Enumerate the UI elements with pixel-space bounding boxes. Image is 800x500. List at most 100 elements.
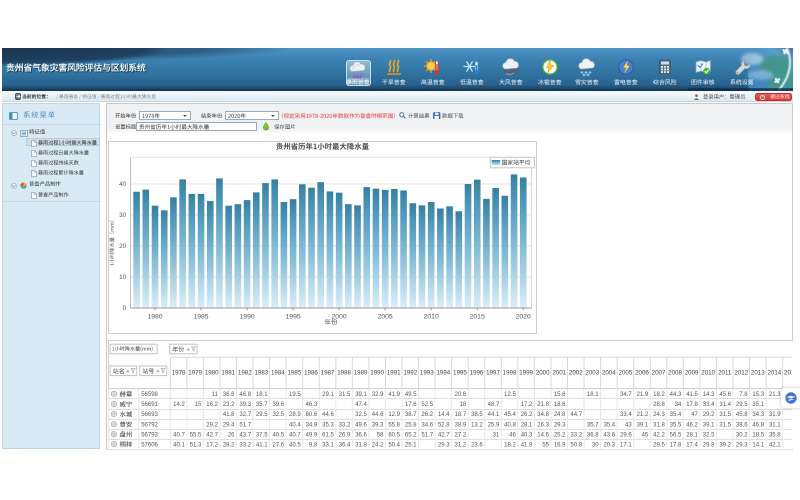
svg-text:61.5: 61.5 [322, 432, 334, 438]
svg-text:39.3: 39.3 [239, 402, 251, 408]
svg-text:28.8: 28.8 [653, 402, 665, 408]
svg-text:52.5: 52.5 [421, 402, 433, 408]
svg-text:31.8: 31.8 [355, 442, 367, 448]
svg-text:35.1: 35.1 [752, 402, 764, 408]
svg-text:60.6: 60.6 [306, 412, 318, 418]
svg-text:55.5: 55.5 [190, 432, 202, 438]
svg-text:46.8: 46.8 [239, 392, 251, 398]
svg-text:17.2: 17.2 [206, 442, 218, 448]
svg-text:39.1: 39.1 [637, 422, 649, 428]
svg-text:25.9: 25.9 [488, 422, 500, 428]
svg-text:18.2: 18.2 [653, 392, 665, 398]
svg-text:16.2: 16.2 [206, 402, 218, 408]
svg-text:2006: 2006 [635, 369, 649, 376]
svg-text:1990: 1990 [240, 313, 255, 320]
svg-text:1983: 1983 [254, 369, 268, 376]
svg-text:38.7: 38.7 [405, 412, 417, 418]
svg-text:32.7: 32.7 [239, 412, 251, 418]
svg-text:12.5: 12.5 [504, 392, 516, 398]
svg-text:44.3: 44.3 [670, 392, 682, 398]
svg-text:1985: 1985 [193, 313, 208, 320]
svg-text:18: 18 [460, 402, 467, 408]
svg-text:20.6: 20.6 [455, 392, 467, 398]
svg-text:15.6: 15.6 [554, 392, 566, 398]
svg-text:2005: 2005 [378, 313, 393, 320]
svg-text:35.7: 35.7 [256, 402, 268, 408]
svg-text:56691: 56691 [141, 402, 158, 408]
svg-text:45.6: 45.6 [719, 392, 731, 398]
svg-text:31.1: 31.1 [769, 422, 781, 428]
svg-text:49.6: 49.6 [355, 422, 367, 428]
svg-text:1980: 1980 [147, 313, 162, 320]
svg-text:26: 26 [228, 432, 235, 438]
svg-text:2000: 2000 [536, 369, 550, 376]
svg-text:42.1: 42.1 [769, 442, 781, 448]
svg-text:56598: 56598 [141, 392, 158, 398]
svg-text:26.2: 26.2 [521, 412, 533, 418]
svg-text:31.5: 31.5 [719, 422, 731, 428]
svg-text:31.5: 31.5 [719, 412, 731, 418]
svg-text:18.6: 18.6 [554, 402, 566, 408]
svg-text:1990: 1990 [370, 369, 384, 376]
svg-text:17.6: 17.6 [405, 402, 417, 408]
svg-text:28.9: 28.9 [289, 412, 301, 418]
svg-text:26.2: 26.2 [421, 412, 433, 418]
svg-text:41.9: 41.9 [388, 392, 400, 398]
svg-text:1985: 1985 [288, 369, 302, 376]
svg-text:2013: 2013 [751, 369, 765, 376]
svg-text:47.4: 47.4 [355, 402, 367, 408]
svg-text:1999: 1999 [519, 369, 533, 376]
svg-text:2015: 2015 [784, 369, 792, 376]
svg-text:42.2: 42.2 [653, 432, 665, 438]
svg-text:16.9: 16.9 [554, 442, 566, 448]
svg-text:2003: 2003 [585, 369, 599, 376]
svg-text:1988: 1988 [337, 369, 351, 376]
svg-text:40.4: 40.4 [289, 422, 301, 428]
svg-text:43.6: 43.6 [603, 432, 615, 438]
svg-text:1996: 1996 [470, 369, 484, 376]
svg-text:29.3: 29.3 [438, 442, 450, 448]
svg-text:14.6: 14.6 [537, 432, 549, 438]
svg-text:35.7: 35.7 [587, 422, 599, 428]
svg-text:2011: 2011 [718, 369, 732, 376]
svg-text:33.2: 33.2 [570, 432, 582, 438]
svg-text:36.6: 36.6 [355, 432, 367, 438]
svg-text:33.4: 33.4 [620, 412, 632, 418]
svg-text:45.4: 45.4 [504, 412, 516, 418]
svg-text:51.7: 51.7 [421, 432, 433, 438]
svg-text:29.6: 29.6 [620, 432, 632, 438]
svg-text:33.1: 33.1 [322, 442, 334, 448]
svg-text:39.1: 39.1 [703, 422, 715, 428]
svg-text:35.4: 35.4 [670, 412, 682, 418]
svg-text:2020: 2020 [516, 313, 531, 320]
svg-text:29.3: 29.3 [736, 442, 748, 448]
svg-text:21.9: 21.9 [637, 392, 649, 398]
svg-text:35.5: 35.5 [670, 422, 682, 428]
svg-text:14.3: 14.3 [703, 392, 715, 398]
svg-text:23.6: 23.6 [471, 442, 483, 448]
svg-text:2002: 2002 [569, 369, 583, 376]
svg-text:41.9: 41.9 [521, 442, 533, 448]
svg-text:60.5: 60.5 [388, 432, 400, 438]
svg-text:30: 30 [592, 442, 599, 448]
svg-text:41.5: 41.5 [686, 392, 698, 398]
svg-text:31.9: 31.9 [769, 412, 781, 418]
svg-text:41.1: 41.1 [256, 442, 268, 448]
svg-text:37.5: 37.5 [256, 432, 268, 438]
svg-text:43: 43 [625, 422, 632, 428]
svg-text:40: 40 [119, 181, 127, 188]
svg-text:34.8: 34.8 [537, 412, 549, 418]
svg-text:1995: 1995 [286, 313, 301, 320]
svg-text:7.8: 7.8 [739, 392, 748, 398]
svg-text:30.2: 30.2 [736, 432, 748, 438]
svg-text:35.3: 35.3 [322, 422, 334, 428]
svg-text:52.8: 52.8 [438, 422, 450, 428]
svg-text:2007: 2007 [652, 369, 666, 376]
svg-text:46.2: 46.2 [686, 422, 698, 428]
svg-text:55.8: 55.8 [388, 422, 400, 428]
svg-text:1987: 1987 [321, 369, 335, 376]
svg-text:39.2: 39.2 [719, 442, 731, 448]
svg-text:56.5: 56.5 [670, 432, 682, 438]
svg-text:33.4: 33.4 [703, 402, 715, 408]
svg-text:1993: 1993 [420, 369, 434, 376]
